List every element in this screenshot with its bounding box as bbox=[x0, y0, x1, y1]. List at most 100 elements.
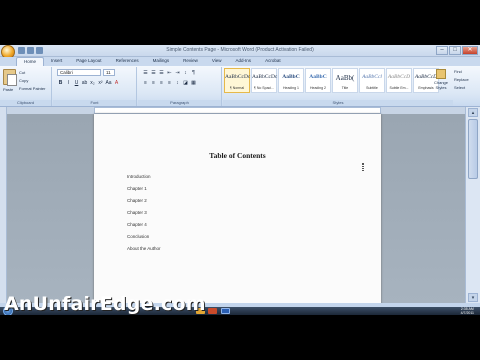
title-bar: Simple Contents Page - Microsoft Word (P… bbox=[0, 45, 480, 59]
style-sample: AaBbCcD bbox=[387, 74, 411, 80]
word-window: Simple Contents Page - Microsoft Word (P… bbox=[0, 45, 480, 315]
toc-item-about-the-author: About the Author bbox=[127, 246, 161, 251]
tab-home[interactable]: Home bbox=[16, 57, 45, 66]
scroll-down-icon[interactable]: ▾ bbox=[468, 293, 478, 302]
list-buttons: ☰ ☰ ☰ ⇤ ⇥ ↕ ¶ bbox=[142, 70, 197, 77]
font-size-select[interactable]: 11 bbox=[103, 69, 115, 76]
editing-group: Find Replace Select bbox=[454, 69, 469, 93]
align-right-icon[interactable]: ≡ bbox=[158, 80, 165, 87]
styles-group-label: Styles bbox=[223, 100, 453, 106]
window-controls: – □ ✕ bbox=[436, 46, 478, 55]
toc-item-chapter-1: Chapter 1 bbox=[127, 186, 147, 191]
style-sample: AaBbC bbox=[309, 74, 327, 80]
maximize-button[interactable]: □ bbox=[449, 46, 461, 55]
watermark-text: AnUnfairEdge.com bbox=[4, 293, 206, 315]
toc-item-conclusion: Conclusion bbox=[127, 234, 150, 239]
borders-icon[interactable]: ▦ bbox=[190, 80, 197, 87]
sort-icon[interactable]: ↕ bbox=[182, 70, 189, 77]
clipboard-group: Paste Cut Copy Format Painter Clipboard bbox=[0, 67, 52, 106]
toc-item-introduction: Introduction bbox=[127, 174, 151, 179]
toc-item-chapter-4: Chapter 4 bbox=[127, 222, 147, 227]
replace-button[interactable]: Replace bbox=[454, 77, 469, 82]
font-name-select[interactable]: Calibri bbox=[57, 69, 101, 76]
toc-item-chapter-2: Chapter 2 bbox=[127, 198, 147, 203]
superscript-icon[interactable]: x² bbox=[97, 80, 104, 87]
style-no-spacing[interactable]: AaBbCcDc ¶ No Spaci... bbox=[251, 68, 277, 93]
style-name: Heading 1 bbox=[283, 86, 299, 90]
style-heading-2[interactable]: AaBbC Heading 2 bbox=[305, 68, 331, 93]
bullets-icon[interactable]: ☰ bbox=[142, 70, 149, 77]
align-center-icon[interactable]: ≡ bbox=[150, 80, 157, 87]
underline-icon[interactable]: U bbox=[73, 80, 80, 87]
tab-references[interactable]: References bbox=[109, 57, 146, 66]
tab-page-layout[interactable]: Page Layout bbox=[69, 57, 108, 66]
tab-review[interactable]: Review bbox=[176, 57, 205, 66]
scroll-thumb[interactable] bbox=[468, 119, 478, 179]
change-styles-button[interactable]: Change Styles bbox=[430, 69, 452, 99]
style-name: ¶ Normal bbox=[229, 86, 245, 90]
tab-view[interactable]: View bbox=[205, 57, 229, 66]
minimize-button[interactable]: – bbox=[436, 46, 448, 55]
style-sample: AaBb( bbox=[335, 74, 355, 82]
word-taskbar-icon[interactable] bbox=[221, 308, 230, 314]
style-normal[interactable]: AaBbCcDc ¶ Normal bbox=[224, 68, 250, 93]
shading-icon[interactable]: ◪ bbox=[182, 80, 189, 87]
change-styles-icon bbox=[436, 69, 446, 79]
style-sample: AaBbCcl bbox=[362, 74, 382, 80]
video-frame: Simple Contents Page - Microsoft Word (P… bbox=[0, 0, 480, 360]
select-button[interactable]: Select bbox=[454, 85, 469, 90]
document-area: Table of Contents Introduction Chapter 1… bbox=[7, 114, 465, 306]
style-name: Title bbox=[341, 86, 349, 90]
font-color-icon[interactable]: A bbox=[113, 80, 120, 87]
format-painter-button[interactable]: Format Painter bbox=[19, 86, 45, 91]
increase-indent-icon[interactable]: ⇥ bbox=[174, 70, 181, 77]
ribbon: Paste Cut Copy Format Painter Clipboard … bbox=[0, 66, 480, 107]
horizontal-ruler[interactable] bbox=[94, 107, 381, 114]
font-format-buttons: B I U ab x₂ x² Aa A bbox=[57, 80, 120, 87]
font-group: Calibri 11 B I U ab x₂ x² Aa A Font bbox=[53, 67, 137, 106]
tab-add-ins[interactable]: Add-Ins bbox=[229, 57, 259, 66]
strikethrough-icon[interactable]: ab bbox=[81, 80, 88, 87]
align-left-icon[interactable]: ≡ bbox=[142, 80, 149, 87]
copy-button[interactable]: Copy bbox=[19, 78, 28, 83]
multilevel-list-icon[interactable]: ☰ bbox=[158, 70, 165, 77]
tab-acrobat[interactable]: Acrobat bbox=[258, 57, 288, 66]
scroll-up-icon[interactable]: ▴ bbox=[468, 108, 478, 117]
bold-icon[interactable]: B bbox=[57, 80, 64, 87]
paragraph-group-label: Paragraph bbox=[138, 100, 221, 106]
style-subtitle[interactable]: AaBbCcl Subtitle bbox=[359, 68, 385, 93]
clipboard-group-label: Clipboard bbox=[0, 100, 51, 106]
change-styles-label: Change Styles bbox=[433, 80, 448, 90]
find-button[interactable]: Find bbox=[454, 69, 469, 74]
media-taskbar-icon[interactable] bbox=[208, 308, 217, 314]
alignment-buttons: ≡ ≡ ≡ ≡ ↕ ◪ ▦ bbox=[142, 80, 197, 87]
style-sample: AaBbCcDc bbox=[225, 74, 251, 80]
style-sample: AaBbC bbox=[282, 74, 300, 80]
style-name: Subtle Em... bbox=[389, 86, 409, 90]
clock[interactable]: 2:35 AM 4/7/2011 bbox=[461, 307, 474, 315]
style-subtle-emphasis[interactable]: AaBbCcD Subtle Em... bbox=[386, 68, 412, 93]
style-heading-1[interactable]: AaBbC Heading 1 bbox=[278, 68, 304, 93]
style-title[interactable]: AaBb( Title bbox=[332, 68, 358, 93]
clock-date: 4/7/2011 bbox=[460, 311, 474, 315]
numbering-icon[interactable]: ☰ bbox=[150, 70, 157, 77]
cut-button[interactable]: Cut bbox=[19, 70, 25, 75]
italic-icon[interactable]: I bbox=[65, 80, 72, 87]
paste-icon[interactable] bbox=[3, 69, 17, 86]
justify-icon[interactable]: ≡ bbox=[166, 80, 173, 87]
text-effects-icon[interactable]: Aa bbox=[105, 80, 112, 87]
paragraph-group: ☰ ☰ ☰ ⇤ ⇥ ↕ ¶ ≡ ≡ ≡ ≡ ↕ ◪ ▦ Paragraph bbox=[138, 67, 222, 106]
style-sample: AaBbCcDc bbox=[252, 74, 278, 80]
style-name: ¶ No Spaci... bbox=[254, 86, 274, 90]
document-page[interactable]: Table of Contents Introduction Chapter 1… bbox=[94, 114, 381, 306]
decrease-indent-icon[interactable]: ⇤ bbox=[166, 70, 173, 77]
vertical-scrollbar[interactable]: ▴ ▾ bbox=[465, 107, 480, 303]
close-button[interactable]: ✕ bbox=[462, 46, 478, 55]
text-cursor-icon bbox=[362, 163, 364, 171]
subscript-icon[interactable]: x₂ bbox=[89, 80, 96, 87]
show-marks-icon[interactable]: ¶ bbox=[190, 70, 197, 77]
line-spacing-icon[interactable]: ↕ bbox=[174, 80, 181, 87]
tab-mailings[interactable]: Mailings bbox=[146, 57, 177, 66]
paste-label[interactable]: Paste bbox=[3, 87, 13, 92]
tab-insert[interactable]: Insert bbox=[44, 57, 69, 66]
